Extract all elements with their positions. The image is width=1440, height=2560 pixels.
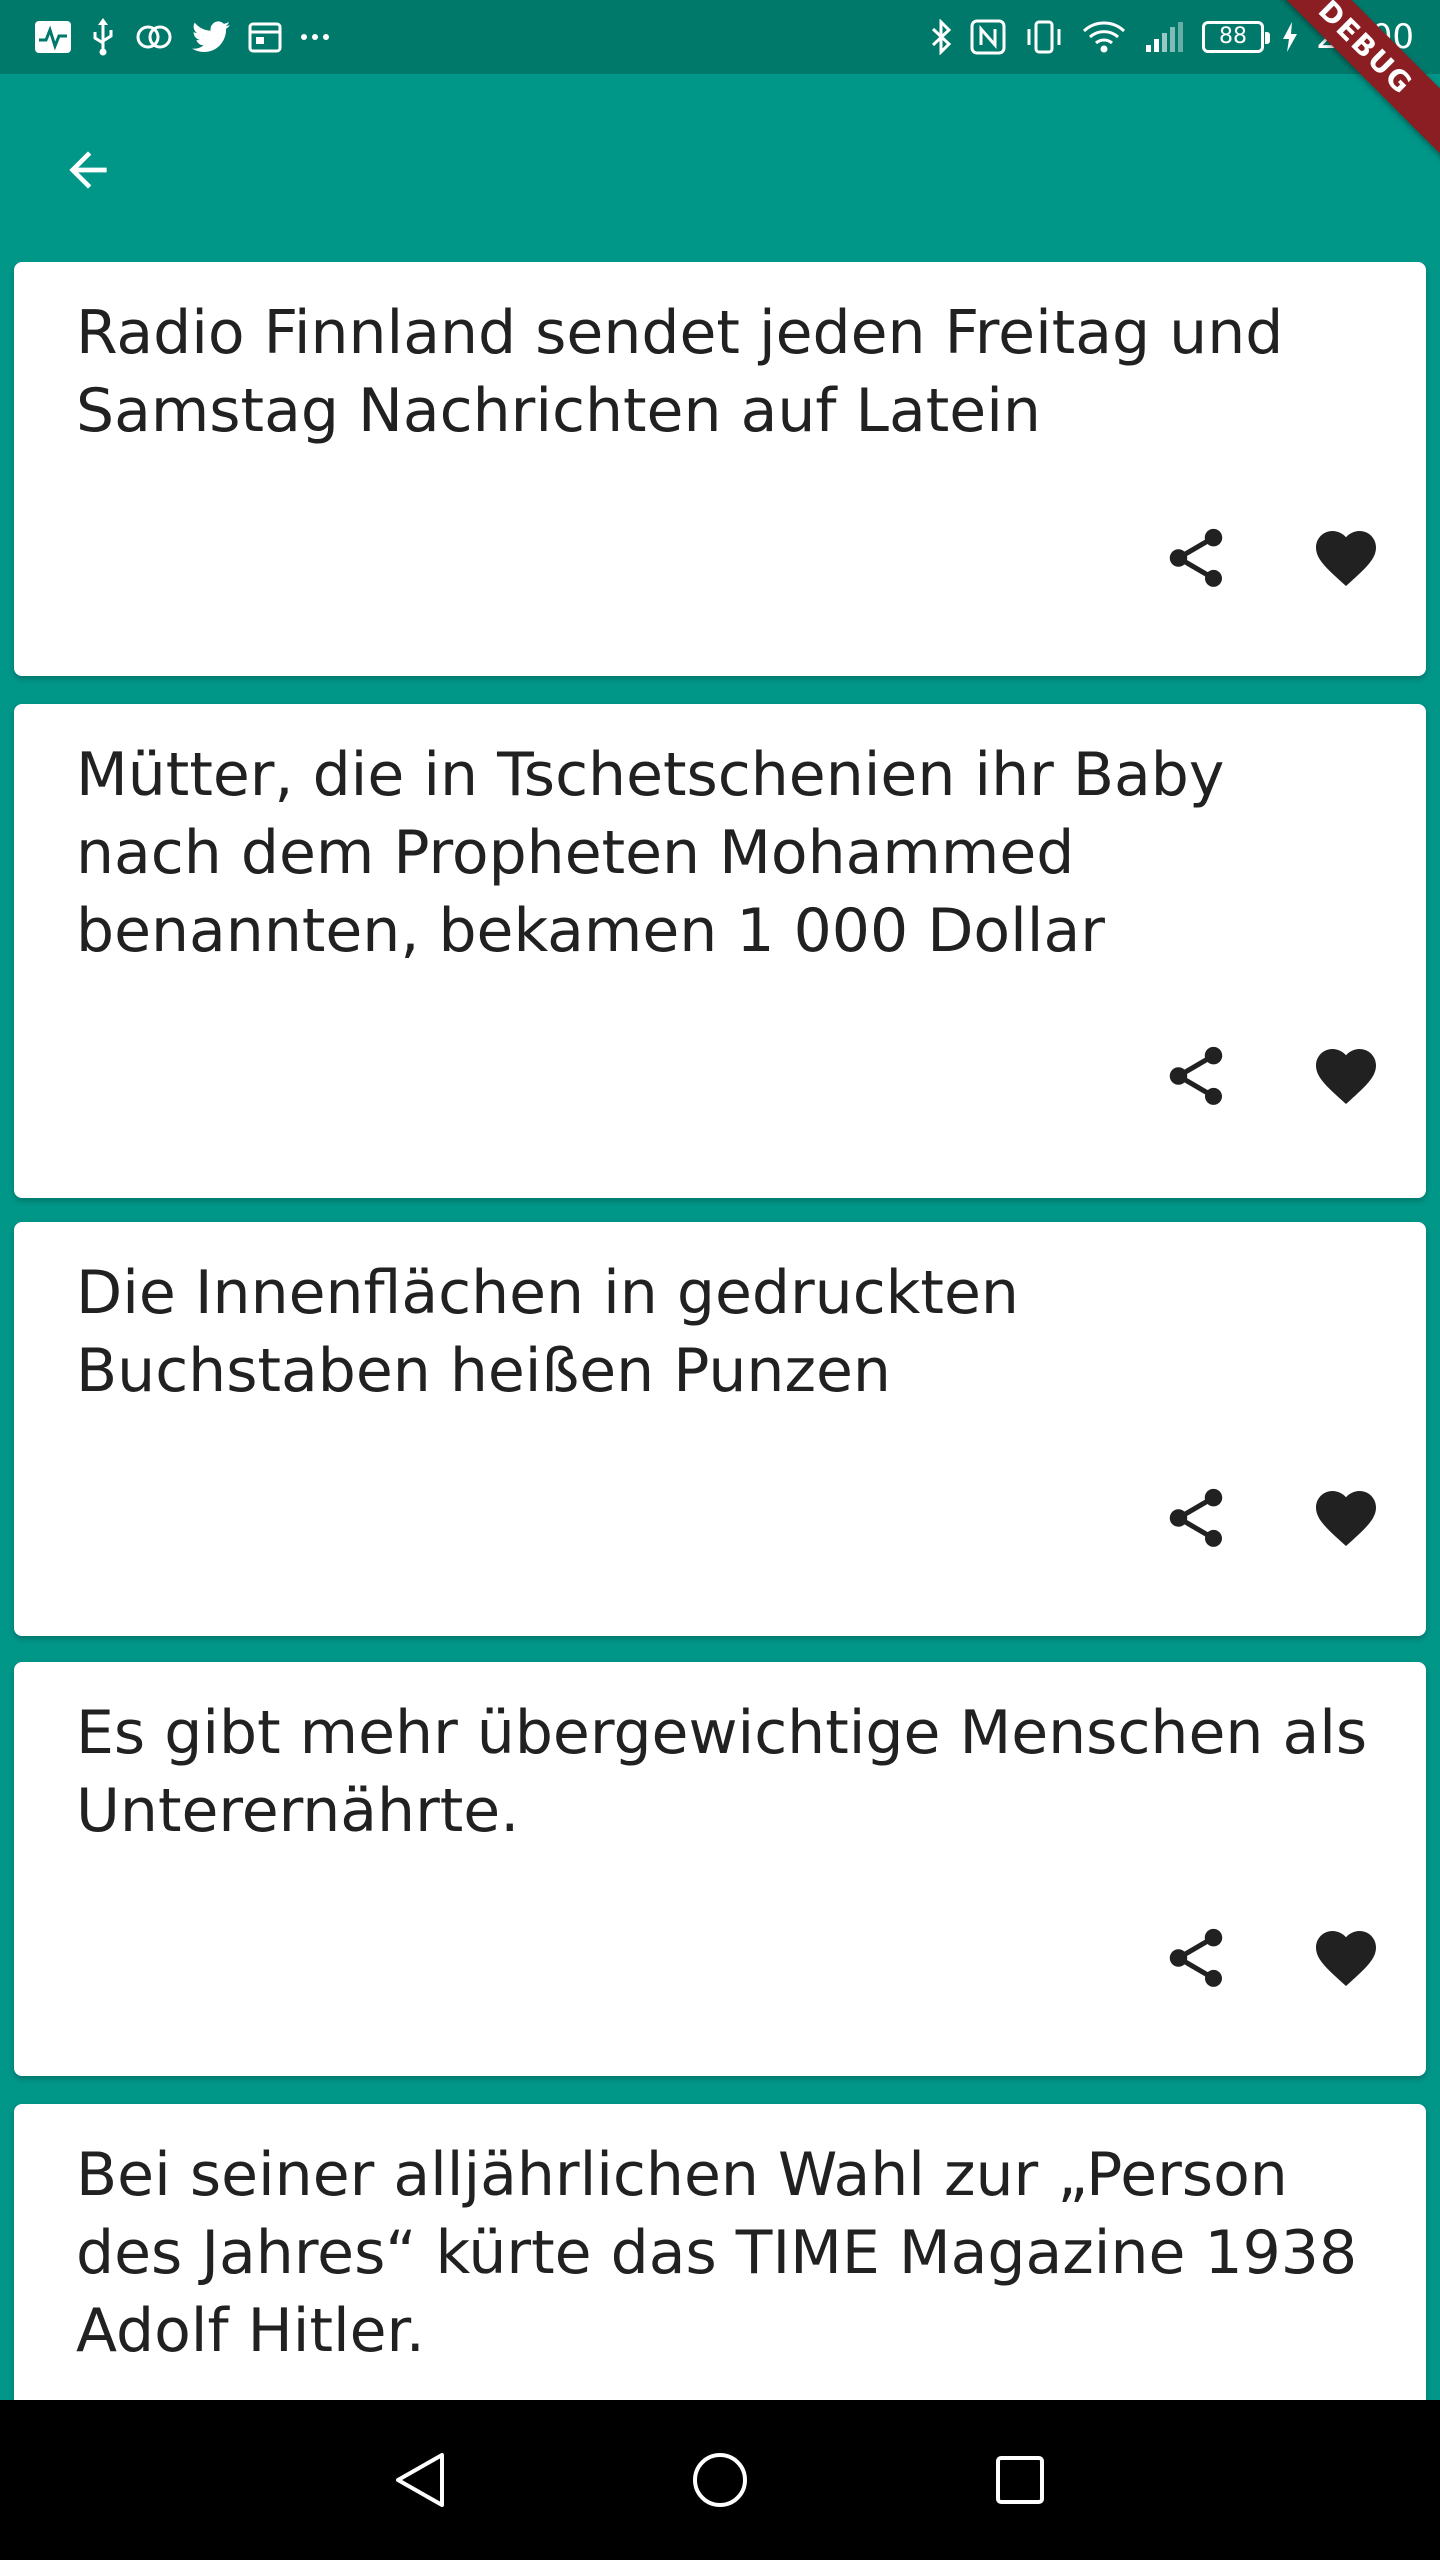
battery-icon: 88 (1202, 21, 1271, 53)
share-button[interactable] (1134, 1456, 1258, 1580)
heart-icon (1316, 1931, 1376, 1987)
fact-card: Bei seiner alljährlichen Wahl zur „Perso… (14, 2104, 1426, 2400)
more-icon (300, 17, 330, 57)
fact-card: Radio Finnland sendet jeden Freitag und … (14, 262, 1426, 676)
like-button[interactable] (1284, 496, 1408, 620)
vibrate-icon (1024, 17, 1064, 57)
twitter-icon (192, 17, 230, 57)
fact-text: Die Innenflächen in gedruckten Buchstabe… (76, 1258, 1019, 1406)
nav-home-button[interactable] (655, 2415, 785, 2545)
wifi-icon (1082, 17, 1126, 57)
share-icon (1169, 1488, 1223, 1547)
signal-icon (1144, 17, 1184, 57)
share-button[interactable] (1134, 496, 1258, 620)
share-button[interactable] (1134, 1896, 1258, 2020)
nav-recents-button[interactable] (955, 2415, 1085, 2545)
triangle-back-icon (396, 2453, 444, 2507)
back-button[interactable] (38, 120, 138, 220)
fact-text: Bei seiner alljährlichen Wahl zur „Perso… (76, 2140, 1358, 2366)
fact-text: Es gibt mehr übergewichtige Menschen als… (76, 1698, 1368, 1846)
battery-level: 88 (1219, 24, 1248, 49)
circle-home-icon (693, 2453, 747, 2507)
card-actions (1134, 496, 1408, 620)
bluetooth-icon (930, 17, 952, 57)
card-actions (1134, 1896, 1408, 2020)
like-button[interactable] (1284, 1014, 1408, 1138)
app-screen: 88 20:00 DEBUG Radio Finnland sendet jed… (0, 0, 1440, 2560)
like-button[interactable] (1284, 1456, 1408, 1580)
fact-card: Mütter, die in Tschetschenien ihr Baby n… (14, 704, 1426, 1198)
status-bar: 88 20:00 (0, 0, 1440, 74)
fact-card: Es gibt mehr übergewichtige Menschen als… (14, 1662, 1426, 2076)
charging-icon (1282, 17, 1298, 57)
card-actions (1134, 1014, 1408, 1138)
like-button[interactable] (1284, 1896, 1408, 2020)
app-bar (0, 74, 1440, 254)
cast-icon (134, 17, 174, 57)
share-icon (1169, 528, 1223, 587)
usb-icon (90, 17, 116, 57)
fact-text: Radio Finnland sendet jeden Freitag und … (76, 298, 1284, 446)
fact-list[interactable]: Radio Finnland sendet jeden Freitag und … (0, 262, 1440, 2400)
heart-icon (1316, 531, 1376, 587)
activity-icon (34, 17, 72, 57)
nfc-icon (970, 17, 1006, 57)
fact-card: Die Innenflächen in gedruckten Buchstabe… (14, 1222, 1426, 1636)
nav-back-button[interactable] (355, 2415, 485, 2545)
square-recents-icon (996, 2456, 1044, 2504)
card-actions (1134, 1456, 1408, 1580)
navigation-bar (0, 2400, 1440, 2560)
calendar-icon (248, 17, 282, 57)
status-left-icons (34, 17, 330, 57)
arrow-back-icon (69, 151, 107, 189)
share-icon (1169, 1928, 1223, 1987)
heart-icon (1316, 1491, 1376, 1547)
fact-text: Mütter, die in Tschetschenien ihr Baby n… (76, 740, 1225, 966)
heart-icon (1316, 1049, 1376, 1105)
share-icon (1169, 1046, 1223, 1105)
share-button[interactable] (1134, 1014, 1258, 1138)
